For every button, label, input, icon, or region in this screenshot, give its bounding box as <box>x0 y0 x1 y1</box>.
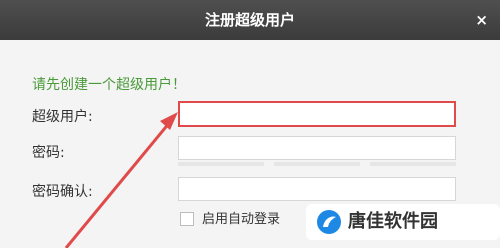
password-label: 密码: <box>32 145 65 161</box>
username-label: 超级用户: <box>32 109 93 125</box>
close-icon[interactable]: × <box>475 0 488 40</box>
password-strength-bar-3 <box>370 162 456 166</box>
confirm-password-label: 密码确认: <box>32 184 93 200</box>
auto-login-label: 启用自动登录 <box>202 212 281 227</box>
watermark-logo-icon <box>317 210 341 234</box>
arrow-head <box>160 112 178 130</box>
confirm-password-input[interactable] <box>178 177 456 201</box>
register-super-user-dialog: 注册超级用户 × 请先创建一个超级用户！ 超级用户: 密码: 密码确认: 启用自… <box>0 0 500 248</box>
dialog-title: 注册超级用户 <box>204 11 295 29</box>
auto-login-checkbox[interactable] <box>180 212 194 226</box>
password-input[interactable] <box>178 136 456 160</box>
hint-text: 请先创建一个超级用户！ <box>32 77 186 93</box>
watermark-badge: 唐佳软件园 <box>306 204 500 240</box>
username-input[interactable] <box>178 101 456 127</box>
password-strength-bar-2 <box>274 162 360 166</box>
dialog-titlebar: 注册超级用户 × <box>0 0 500 40</box>
password-strength-bar-1 <box>178 162 264 166</box>
watermark-text: 唐佳软件园 <box>348 211 438 232</box>
